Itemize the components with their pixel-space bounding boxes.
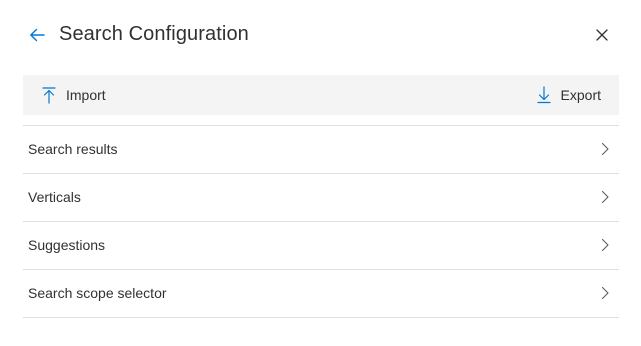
upload-arrow-icon [42, 87, 56, 104]
download-arrow-icon [536, 86, 551, 104]
chevron-right-icon [601, 286, 609, 300]
list-item-verticals[interactable]: Verticals [23, 173, 619, 221]
chevron-right-icon [601, 190, 609, 204]
list-item-label: Suggestions [28, 237, 106, 253]
back-button[interactable] [26, 24, 50, 48]
chevron-right-icon [601, 142, 609, 156]
list-item-label: Search scope selector [28, 285, 167, 301]
export-label: Export [560, 87, 601, 103]
list-item-label: Verticals [28, 189, 81, 205]
panel-header: Search Configuration [0, 0, 641, 70]
list-item-label: Search results [28, 141, 118, 157]
chevron-right-icon [601, 238, 609, 252]
list-item-suggestions[interactable]: Suggestions [23, 221, 619, 269]
import-label: Import [66, 87, 106, 103]
panel-title: Search Configuration [59, 23, 249, 45]
import-button[interactable]: Import [41, 75, 106, 115]
command-bar: Import Export [23, 75, 619, 115]
list-item-search-scope-selector[interactable]: Search scope selector [23, 269, 619, 318]
close-icon [596, 29, 608, 41]
export-button[interactable]: Export [536, 75, 601, 115]
arrow-left-icon [30, 28, 45, 42]
configuration-list: Search results Verticals Suggestions Sea… [23, 125, 619, 318]
list-item-search-results[interactable]: Search results [23, 125, 619, 173]
close-button[interactable] [590, 23, 614, 47]
